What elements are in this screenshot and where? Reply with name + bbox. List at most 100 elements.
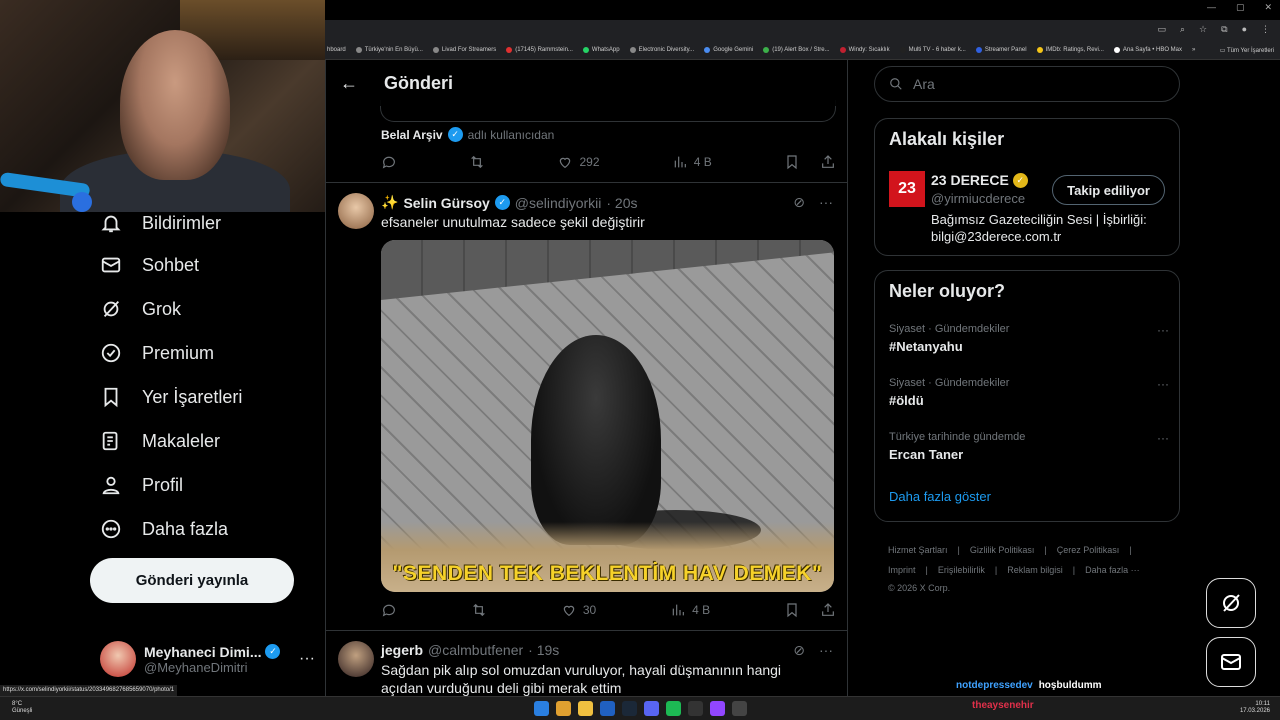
share-icon[interactable] [820, 602, 836, 618]
bookmark-item[interactable]: hboard [327, 47, 346, 53]
reply-button[interactable] [381, 154, 397, 170]
footer-link[interactable]: Daha fazla ··· [1085, 565, 1140, 575]
bookmark-button[interactable] [784, 154, 836, 170]
bookmark-item[interactable]: Livad For Streamers [432, 46, 496, 53]
chrome-icon[interactable] [556, 701, 571, 716]
nav-bookmarks[interactable]: Yer İşaretleri [100, 386, 242, 408]
reply-button[interactable] [381, 602, 397, 618]
obs-icon[interactable] [732, 701, 747, 716]
more-icon[interactable]: ··· [819, 642, 833, 659]
bookmark-item[interactable]: Google Gemini [704, 46, 753, 53]
maximize-button[interactable]: ▢ [1236, 2, 1245, 13]
address-bar[interactable]: ▭ ⌕ ☆ ⧉ ● ⋮ [325, 20, 1280, 40]
repost-button[interactable] [469, 154, 485, 170]
post-button[interactable]: Gönderi yayınla [90, 558, 294, 603]
footer-link[interactable]: Erişilebilirlik [938, 565, 985, 575]
grok-fab-button[interactable] [1206, 578, 1256, 628]
nav-label: Premium [142, 342, 215, 363]
weather-widget[interactable]: 8°C Güneşli [12, 701, 32, 715]
bookmark-item[interactable]: WhatsApp [582, 46, 620, 53]
bookmark-item[interactable]: (17145) Rammstein... [506, 46, 573, 53]
main-column: ← Gönderi Belal Arşiv ✓ adlı kullanıcıda… [325, 60, 848, 696]
tweet-author-handle[interactable]: @selindiyorkii [515, 195, 602, 211]
tweet-author-name[interactable]: jegerb [381, 642, 423, 658]
bookmark-item[interactable]: Türkiye'nin En Büyü... [355, 46, 423, 53]
like-button[interactable]: 292 [557, 154, 600, 170]
related-handle[interactable]: @yirmiucderece [931, 191, 1025, 206]
bookmark-item[interactable]: Electronic Diversity... [629, 46, 694, 53]
more-icon[interactable]: ··· [819, 194, 833, 211]
bookmark-item[interactable]: IMDb: Ratings, Revi... [1036, 46, 1104, 53]
trend-item[interactable]: Siyaset · Gündemdekiler #öldü ··· [889, 377, 1169, 408]
minimize-button[interactable]: — [1207, 2, 1216, 13]
related-name[interactable]: 23 DERECE ✓ [931, 172, 1028, 188]
footer-link[interactable]: Reklam bilgisi [1007, 565, 1063, 575]
bookmark-item[interactable]: (19) Alert Box / Stre... [763, 46, 830, 53]
more-icon[interactable]: ··· [299, 650, 315, 668]
tweet-time[interactable]: · 20s [606, 195, 637, 211]
bookmark-button[interactable] [784, 602, 836, 618]
tweet-author-handle[interactable]: @calmbutfener [428, 642, 523, 658]
nav-grok[interactable]: Grok [100, 298, 181, 320]
tweet-author-name[interactable]: Selin Gürsoy [403, 195, 489, 211]
avatar[interactable] [338, 641, 374, 677]
like-button[interactable]: 30 [561, 602, 596, 618]
footer-link[interactable]: Hizmet Şartları [888, 545, 948, 555]
close-window-button[interactable]: ✕ [1264, 2, 1272, 13]
zoom-icon[interactable]: ⌕ [1180, 24, 1185, 35]
grok-icon[interactable]: ⊘ [793, 194, 805, 211]
repost-author[interactable]: Belal Arşiv [381, 128, 443, 142]
nav-label: Profil [142, 474, 184, 495]
bookmark-item[interactable]: Streamer Panel [975, 46, 1027, 53]
nav-chat[interactable]: Sohbet [100, 254, 199, 276]
more-icon[interactable]: ··· [1157, 323, 1169, 337]
folder-icon[interactable] [578, 701, 593, 716]
nav-more[interactable]: Daha fazla [100, 518, 228, 540]
bookmarks-overflow[interactable]: » [1192, 47, 1195, 53]
trend-item[interactable]: Türkiye tarihinde gündemde Ercan Taner ·… [889, 431, 1169, 462]
twitch-icon[interactable] [710, 701, 725, 716]
views-button[interactable]: 4 B [672, 154, 712, 170]
cast-icon[interactable]: ▭ [1157, 24, 1166, 35]
nav-profile[interactable]: Profil [100, 474, 183, 496]
repost-button[interactable] [471, 602, 487, 618]
messages-fab-button[interactable] [1206, 637, 1256, 687]
extensions-icon[interactable]: ⧉ [1221, 24, 1227, 35]
menu-icon[interactable]: ⋮ [1261, 24, 1270, 35]
steam-icon[interactable] [622, 701, 637, 716]
system-tray-clock[interactable]: 10:11 17.03.2026 [1240, 701, 1270, 715]
bookmark-item[interactable]: Multi TV - 6 haber k... [899, 46, 966, 53]
avatar[interactable]: 23 [889, 171, 925, 207]
bookmark-item[interactable]: Windy: Sıcaklık [839, 46, 890, 53]
more-icon[interactable]: ··· [1157, 431, 1169, 445]
account-switcher[interactable]: Meyhaneci Dimi... ✓ @MeyhaneDimitri ··· [100, 636, 315, 682]
nav-premium[interactable]: Premium [100, 342, 214, 364]
spotify-icon[interactable] [666, 701, 681, 716]
nav-articles[interactable]: Makaleler [100, 430, 220, 452]
start-icon[interactable] [534, 701, 549, 716]
footer-link[interactable]: Imprint [888, 565, 916, 575]
epic-icon[interactable] [688, 701, 703, 716]
search-input[interactable]: Ara [874, 66, 1180, 102]
divider [326, 182, 847, 183]
store-icon[interactable] [600, 701, 615, 716]
trend-item[interactable]: Siyaset · Gündemdekiler #Netanyahu ··· [889, 323, 1169, 354]
star-icon[interactable]: ☆ [1199, 24, 1207, 35]
more-icon[interactable]: ··· [1157, 377, 1169, 391]
nav-notifications[interactable]: Bildirimler [100, 212, 221, 234]
grok-icon[interactable]: ⊘ [793, 642, 805, 659]
share-icon[interactable] [820, 154, 836, 170]
show-more-link[interactable]: Daha fazla göster [889, 489, 991, 504]
avatar[interactable] [338, 193, 374, 229]
tweet-media[interactable]: "SENDEN TEK BEKLENTİM HAV DEMEK" [381, 240, 834, 592]
views-button[interactable]: 4 B [670, 602, 710, 618]
back-arrow-icon[interactable]: ← [340, 73, 358, 94]
profile-icon[interactable]: ● [1242, 24, 1247, 35]
footer-link[interactable]: Çerez Politikası [1057, 545, 1120, 555]
all-bookmarks[interactable]: ▭ Tüm Yer İşaretleri [1220, 47, 1274, 54]
discord-icon[interactable] [644, 701, 659, 716]
tweet-time[interactable]: · 19s [528, 642, 559, 658]
following-button[interactable]: Takip ediliyor [1052, 175, 1165, 205]
bookmark-item[interactable]: Ana Sayfa • HBO Max [1113, 46, 1182, 53]
footer-link[interactable]: Gizlilik Politikası [970, 545, 1035, 555]
